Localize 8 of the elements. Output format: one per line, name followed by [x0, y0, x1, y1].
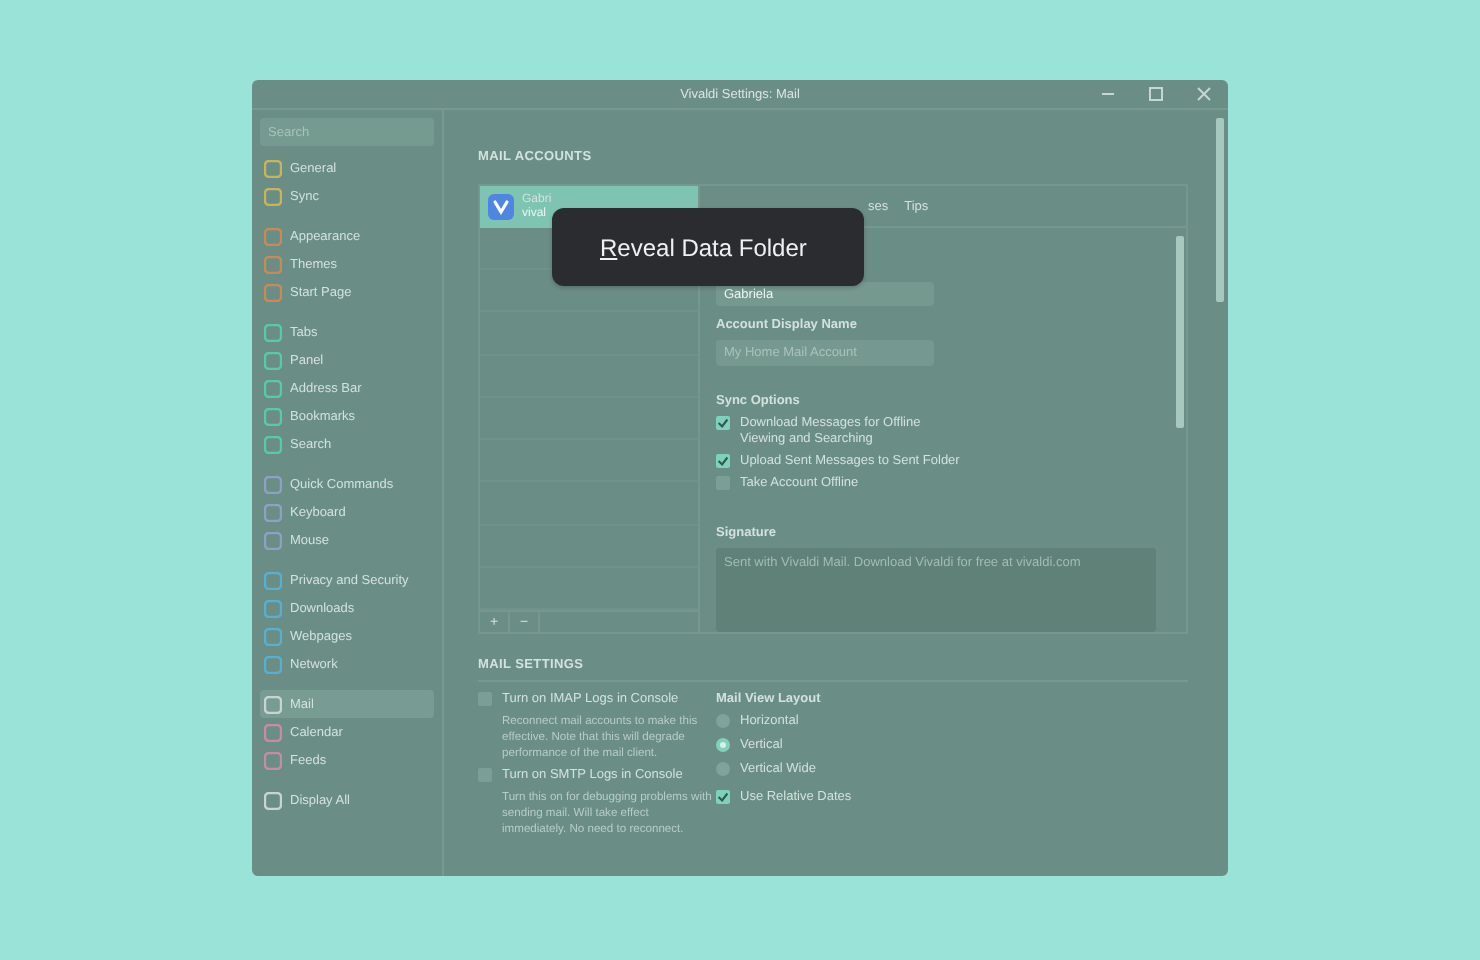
checkbox[interactable]: [716, 415, 730, 430]
radio-button[interactable]: [716, 738, 730, 752]
logo-icon: [488, 194, 514, 220]
menu-item[interactable]: Reveal Data Folder: [552, 233, 807, 261]
checkbox[interactable]: [716, 790, 730, 804]
close-icon[interactable]: [1196, 86, 1212, 102]
maximize-icon[interactable]: [1148, 86, 1164, 102]
checkbox[interactable]: [716, 453, 730, 468]
